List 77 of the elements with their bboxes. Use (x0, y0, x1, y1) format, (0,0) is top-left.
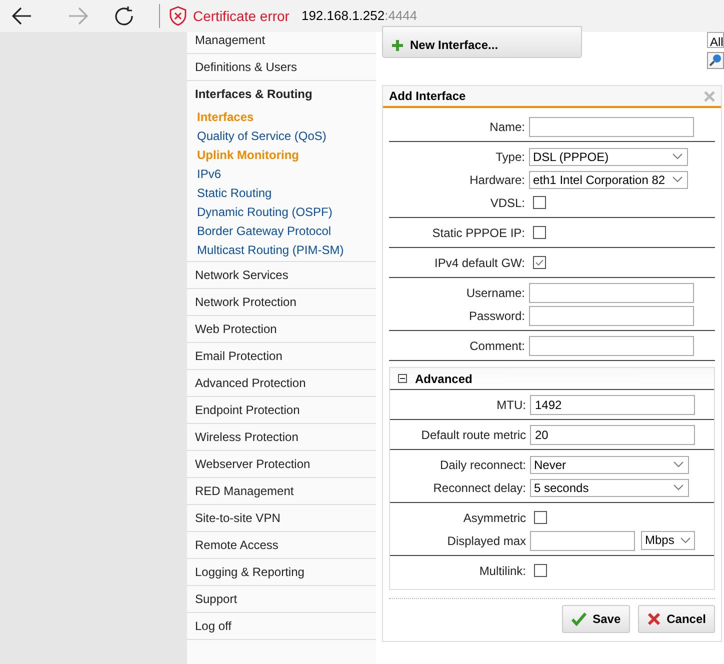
sidebar-item[interactable]: RED Management (187, 478, 376, 504)
input-field[interactable] (529, 336, 694, 356)
sidebar-item[interactable]: Advanced Protection (187, 370, 376, 396)
field-label: MTU: (496, 398, 526, 412)
chevron-icon (673, 461, 684, 468)
sidebar-item[interactable]: Webserver Protection (187, 451, 376, 477)
input-field[interactable]: 1492 (530, 394, 695, 414)
field-label: Reconnect delay: (433, 480, 526, 494)
sidebar-item[interactable]: Email Protection (187, 343, 376, 369)
address-url[interactable]: 192.168.1.252:4444 (301, 6, 418, 26)
chevron-icon (672, 176, 683, 183)
select-field[interactable]: eth1 Intel Corporation 82 (529, 170, 688, 188)
checkmark-icon (570, 612, 587, 626)
input-field[interactable] (529, 282, 694, 302)
sidebar-item[interactable]: Definitions & Users (187, 54, 376, 80)
field-label: Hardware: (470, 172, 525, 186)
cancel-button[interactable]: Cancel (638, 605, 715, 633)
dialog-title: Add Interface (389, 88, 466, 105)
sidebar-item[interactable]: Management (187, 32, 376, 53)
certificate-error[interactable]: Certificate error (193, 6, 290, 26)
chevron-icon (673, 484, 684, 491)
field-label: Displayed max (447, 534, 526, 548)
sidebar-item[interactable]: Wireless Protection (187, 424, 376, 450)
refresh-icon[interactable] (114, 6, 134, 26)
field-label: VDSL: (490, 196, 525, 210)
sidebar-item[interactable]: Network Services (187, 262, 376, 288)
plus-icon (391, 38, 404, 52)
filter-select[interactable]: All (707, 32, 724, 48)
field-label: Daily reconnect: (440, 458, 526, 472)
field-label: Username: (466, 286, 525, 300)
input-field[interactable] (529, 116, 694, 136)
back-icon[interactable] (12, 7, 32, 25)
field-label: Static PPPOE IP: (432, 226, 525, 240)
shield-error-icon (169, 6, 187, 26)
sidebar-item[interactable]: Web Protection (187, 316, 376, 342)
checkbox[interactable] (534, 511, 547, 524)
input-field[interactable] (529, 306, 694, 326)
input-field[interactable] (530, 530, 635, 550)
chevron-icon (672, 153, 683, 160)
sidebar-subitem[interactable]: IPv6 (187, 164, 376, 183)
sidebar-item[interactable]: Logging & Reporting (187, 559, 376, 585)
sidebar-item[interactable]: Site-to-site VPN (187, 505, 376, 531)
field-label: IPv4 default GW: (434, 256, 525, 270)
unit-select[interactable]: Mbps (641, 530, 695, 550)
sidebar-subitem[interactable]: Quality of Service (QoS) (187, 126, 376, 145)
sidebar-item[interactable]: Interfaces & Routing (187, 81, 376, 107)
select-field[interactable]: 5 seconds (530, 478, 689, 496)
checkbox[interactable] (533, 226, 546, 239)
sidebar-item[interactable]: Network Protection (187, 289, 376, 315)
sidebar-item[interactable]: Support (187, 586, 376, 612)
chevron-icon (680, 536, 691, 544)
checkbox[interactable] (533, 256, 546, 269)
collapse-icon[interactable] (398, 374, 407, 383)
field-label: Name: (490, 120, 525, 134)
sidebar-item[interactable]: Remote Access (187, 532, 376, 558)
sidebar-item[interactable]: Endpoint Protection (187, 397, 376, 423)
save-button[interactable]: Save (562, 605, 630, 633)
field-label: Comment: (470, 338, 525, 352)
advanced-header[interactable]: Advanced (415, 370, 472, 388)
cross-icon (646, 612, 661, 626)
checkbox[interactable] (533, 196, 546, 209)
field-label: Default route metric (421, 428, 526, 442)
sidebar-subitem[interactable]: Dynamic Routing (OSPF) (187, 202, 376, 221)
select-field[interactable]: DSL (PPPOE) (529, 148, 688, 166)
field-label: Multilink: (479, 564, 526, 578)
sidebar-subitem[interactable]: Multicast Routing (PIM-SM) (187, 240, 376, 259)
checkbox[interactable] (534, 564, 547, 577)
field-label: Type: (496, 150, 525, 164)
field-label: Asymmetric (463, 510, 526, 524)
search-icon[interactable] (707, 52, 724, 69)
field-label: Password: (468, 308, 525, 322)
input-field[interactable]: 20 (530, 424, 695, 444)
new-interface-button[interactable]: New Interface... (382, 26, 582, 58)
sidebar-item[interactable]: Log off (187, 613, 376, 639)
sidebar-subitem[interactable]: Static Routing (187, 183, 376, 202)
sidebar-subitem[interactable]: Border Gateway Protocol (187, 221, 376, 240)
select-field[interactable]: Never (530, 456, 689, 474)
